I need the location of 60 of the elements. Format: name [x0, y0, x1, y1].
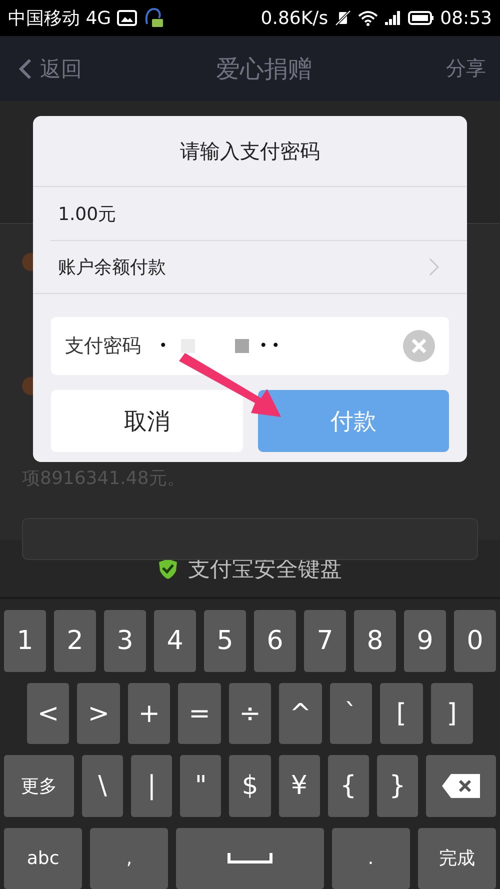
key[interactable]: + [128, 682, 170, 744]
key[interactable]: ÷ [228, 682, 272, 744]
key[interactable]: ¥ [278, 755, 320, 817]
password-dots: • [159, 338, 172, 354]
password-dots: •• [259, 338, 284, 354]
key[interactable]: 6 [254, 610, 296, 672]
space-bar-icon [226, 851, 273, 866]
key[interactable]: $ [229, 755, 271, 817]
dialog-title: 请输入支付密码 [33, 116, 467, 187]
key[interactable]: } [376, 755, 418, 817]
key[interactable]: abc [4, 828, 82, 889]
page-title: 爱心捐赠 [216, 54, 312, 84]
key[interactable]: > [77, 682, 120, 744]
key[interactable]: | [131, 755, 172, 817]
backspace-icon [441, 772, 482, 799]
key[interactable]: 5 [204, 610, 246, 672]
space-key[interactable] [176, 828, 324, 889]
amount-text: 1.00元 [58, 202, 116, 226]
key[interactable]: 4 [154, 610, 196, 672]
key[interactable]: ^ [279, 682, 322, 744]
key[interactable]: 9 [404, 610, 446, 672]
key[interactable]: 0 [454, 610, 496, 672]
chevron-right-icon [429, 258, 439, 276]
key[interactable]: { [328, 755, 369, 817]
cancel-button[interactable]: 取消 [51, 390, 242, 452]
key[interactable]: , [90, 828, 168, 889]
key[interactable]: < [27, 682, 70, 744]
key[interactable]: 8 [354, 610, 396, 672]
redaction-block [181, 339, 196, 353]
key[interactable]: 2 [54, 610, 96, 672]
key[interactable]: = [178, 682, 221, 744]
key[interactable]: 更多 [4, 755, 74, 817]
network-speed: 0.86K/s [260, 8, 328, 28]
key[interactable]: 1 [4, 610, 46, 672]
chevron-left-icon [18, 58, 32, 80]
key[interactable]: . [332, 828, 410, 889]
vibrate-off-icon [334, 10, 352, 26]
payment-method-item[interactable]: 账户余额付款 [33, 241, 467, 294]
key[interactable]: 7 [304, 610, 346, 672]
share-button[interactable]: 分享 [446, 55, 486, 82]
battery-icon [408, 10, 434, 26]
key[interactable]: 3 [104, 610, 146, 672]
clear-icon[interactable] [403, 330, 435, 362]
field-label: 支付密码 [65, 334, 141, 359]
key[interactable]: [ [380, 682, 423, 744]
redaction-block [235, 339, 250, 353]
key[interactable]: \ [82, 755, 124, 817]
back-button[interactable]: 返回 [18, 54, 82, 82]
key[interactable]: ` [330, 682, 372, 744]
shield-check-icon [158, 558, 178, 580]
password-field[interactable]: 支付密码 • •• [51, 317, 449, 375]
carrier-text: 中国移动 4G [8, 7, 112, 30]
clock: 08:53 [440, 8, 492, 28]
signal-icon [384, 10, 402, 26]
backspace-key[interactable] [426, 755, 496, 817]
image-icon [117, 10, 138, 26]
key[interactable]: " [180, 755, 222, 817]
key[interactable]: ] [430, 682, 473, 744]
wifi-icon [358, 10, 378, 26]
key[interactable]: 完成 [418, 828, 496, 889]
